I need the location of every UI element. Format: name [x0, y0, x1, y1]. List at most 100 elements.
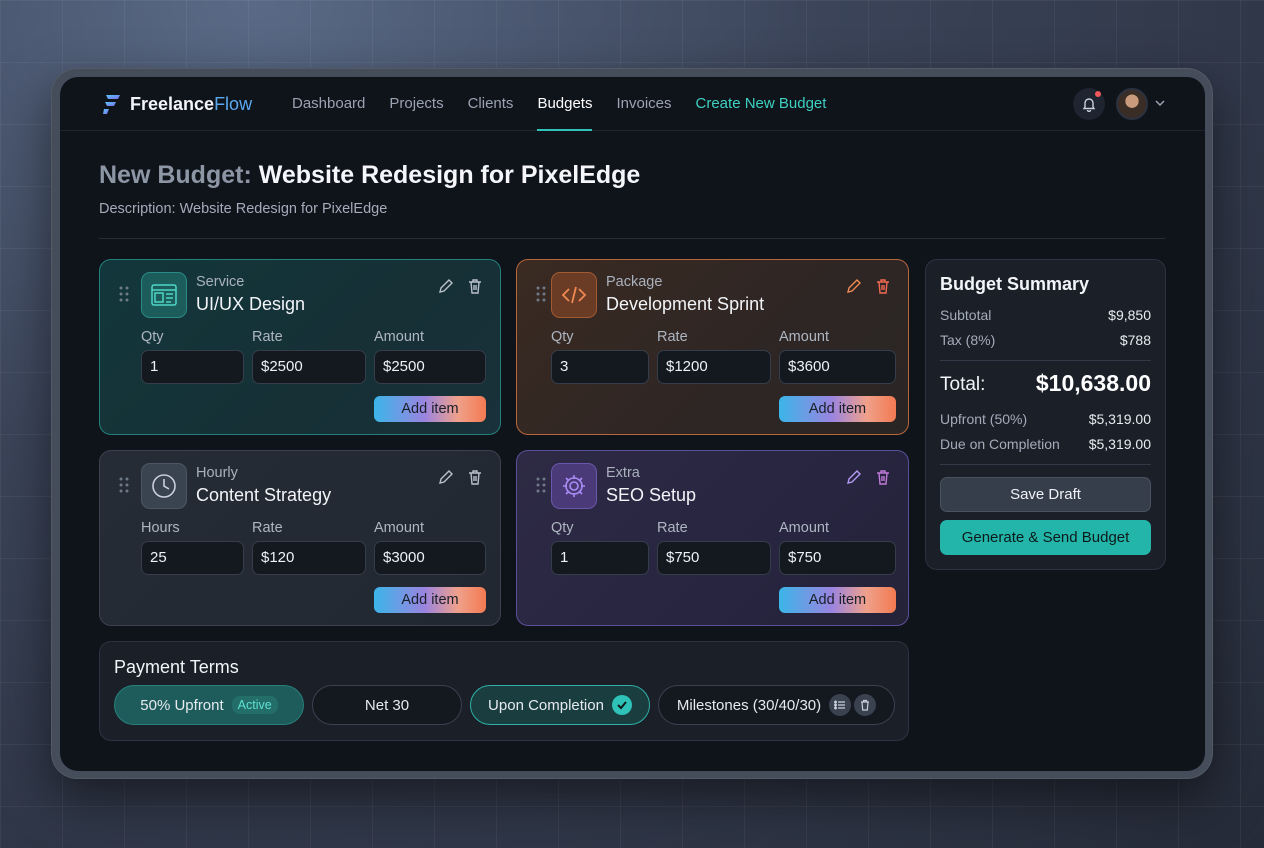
upfront-label: Upfront (50%): [940, 411, 1028, 427]
hours-field[interactable]: 25: [141, 541, 244, 575]
amount-field[interactable]: $3000: [374, 541, 486, 575]
clock-icon: [141, 463, 187, 509]
nav-projects[interactable]: Projects: [377, 77, 455, 131]
rate-field[interactable]: $2500: [252, 350, 366, 384]
due-value: $5,319.00: [1088, 436, 1151, 452]
app-window: FreelanceFlow Dashboard Projects Clients…: [60, 77, 1205, 771]
check-icon: [611, 695, 632, 715]
nav-budgets[interactable]: Budgets: [525, 77, 604, 131]
line-item-card: Service UI/UX Design Qty Rate Amount 1 $…: [99, 259, 501, 435]
notifications-button[interactable]: [1073, 88, 1105, 120]
pencil-icon[interactable]: [846, 469, 862, 485]
generate-send-button[interactable]: Generate & Send Budget: [940, 520, 1151, 555]
tax-label: Tax (8%): [940, 332, 996, 348]
top-navigation-bar: FreelanceFlow Dashboard Projects Clients…: [60, 77, 1205, 131]
active-badge: Active: [231, 696, 278, 714]
rate-label: Rate: [657, 329, 688, 345]
term-option-net30[interactable]: Net 30: [312, 685, 462, 725]
user-avatar[interactable]: [1116, 88, 1148, 120]
nav-clients[interactable]: Clients: [456, 77, 526, 131]
tax-row: Tax (8%) $788: [940, 332, 1151, 348]
amount-field[interactable]: $3600: [779, 350, 896, 384]
pencil-icon[interactable]: [438, 278, 454, 294]
qty-label: Qty: [141, 329, 164, 345]
trash-icon[interactable]: [875, 278, 891, 294]
trash-icon[interactable]: [875, 469, 891, 485]
item-type: Package: [606, 274, 663, 290]
logo-icon: [103, 95, 120, 114]
nav-invoices[interactable]: Invoices: [604, 77, 683, 131]
drag-handle-icon[interactable]: [119, 477, 129, 493]
item-name: UI/UX Design: [196, 294, 306, 314]
amount-label: Amount: [779, 329, 829, 345]
total-value: $10,638.00: [1035, 370, 1151, 396]
rate-label: Rate: [657, 520, 688, 536]
qty-label: Qty: [551, 520, 574, 536]
term-label: 50% Upfront: [140, 696, 224, 714]
item-type: Extra: [606, 465, 640, 481]
qty-field[interactable]: 3: [551, 350, 649, 384]
divider: [940, 360, 1151, 361]
rate-field[interactable]: $120: [252, 541, 366, 575]
brand-name: FreelanceFlow: [130, 94, 252, 115]
line-item-card: Package Development Sprint Qty Rate Amou…: [516, 259, 909, 435]
item-name: Development Sprint: [606, 294, 765, 314]
add-item-button[interactable]: Add item: [374, 396, 486, 422]
drag-handle-icon[interactable]: [536, 477, 546, 493]
rate-label: Rate: [252, 520, 283, 536]
upfront-value: $5,319.00: [1088, 411, 1151, 427]
rate-field[interactable]: $750: [657, 541, 771, 575]
budget-summary-panel: Budget Summary Subtotal $9,850 Tax (8%) …: [925, 259, 1166, 570]
term-option-milestones[interactable]: Milestones (30/40/30): [658, 685, 895, 725]
qty-field[interactable]: 1: [551, 541, 649, 575]
term-option-completion[interactable]: Upon Completion: [470, 685, 650, 725]
subtotal-row: Subtotal $9,850: [940, 307, 1151, 323]
add-item-button[interactable]: Add item: [779, 587, 896, 613]
term-label: Milestones (30/40/30): [676, 696, 822, 714]
amount-label: Amount: [779, 520, 829, 536]
add-item-button[interactable]: Add item: [779, 396, 896, 422]
due-label: Due on Completion: [940, 436, 1060, 452]
trash-icon[interactable]: [467, 278, 483, 294]
divider: [940, 464, 1151, 465]
save-draft-button[interactable]: Save Draft: [940, 477, 1151, 512]
brand-name-first: Freelance: [130, 93, 215, 114]
chevron-down-icon[interactable]: [1154, 97, 1166, 109]
add-item-button[interactable]: Add item: [374, 587, 486, 613]
tax-value: $788: [1119, 332, 1151, 348]
pencil-icon[interactable]: [438, 469, 454, 485]
total-label: Total:: [940, 374, 986, 395]
code-icon: [551, 272, 597, 318]
trash-icon[interactable]: [854, 694, 877, 716]
term-label: Upon Completion: [488, 696, 604, 714]
term-option-upfront[interactable]: 50% Upfront Active: [114, 685, 304, 725]
gear-icon: [551, 463, 597, 509]
pencil-icon[interactable]: [846, 278, 862, 294]
trash-icon[interactable]: [467, 469, 483, 485]
due-row: Due on Completion $5,319.00: [940, 436, 1151, 452]
list-icon[interactable]: [829, 694, 852, 716]
amount-field[interactable]: $750: [779, 541, 896, 575]
term-label: Net 30: [364, 696, 410, 714]
item-name: Content Strategy: [196, 485, 332, 505]
upfront-row: Upfront (50%) $5,319.00: [940, 411, 1151, 427]
summary-title: Budget Summary: [940, 274, 1090, 294]
unread-dot: [1095, 91, 1101, 97]
main-nav: Dashboard Projects Clients Budgets Invoi…: [280, 77, 838, 131]
amount-field[interactable]: $2500: [374, 350, 486, 384]
qty-field[interactable]: 1: [141, 350, 244, 384]
nav-dashboard[interactable]: Dashboard: [280, 77, 377, 131]
drag-handle-icon[interactable]: [119, 286, 129, 302]
brand-name-second: Flow: [214, 93, 253, 114]
drag-handle-icon[interactable]: [536, 286, 546, 302]
page-title-prefix: New Budget:: [99, 161, 252, 189]
item-type: Hourly: [196, 465, 238, 481]
brand-logo[interactable]: FreelanceFlow: [102, 93, 252, 115]
nav-create-new-budget[interactable]: Create New Budget: [684, 77, 839, 131]
subtotal-label: Subtotal: [940, 307, 992, 323]
amount-label: Amount: [374, 520, 424, 536]
page-title-text: Website Redesign for PixelEdge: [258, 161, 641, 189]
rate-field[interactable]: $1200: [657, 350, 771, 384]
item-type: Service: [196, 274, 245, 290]
milestone-actions: [829, 694, 877, 716]
